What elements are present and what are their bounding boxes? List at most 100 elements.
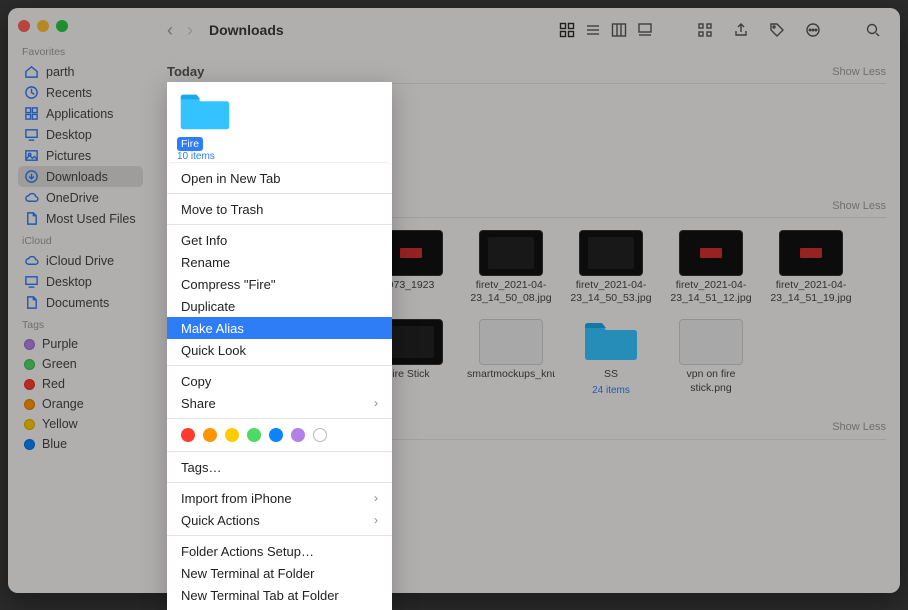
view-gallery-button[interactable] (632, 19, 658, 41)
context-menu-label: New Terminal at Folder (181, 566, 314, 581)
sidebar-item-downloads[interactable]: Downloads (18, 166, 143, 187)
sidebar-item-pictures[interactable]: Pictures (18, 145, 143, 166)
show-less-button[interactable]: Show Less (832, 66, 886, 78)
file-item[interactable]: firetv_2021-04-23_14_51_12.jpg (667, 230, 755, 305)
doc-icon (24, 295, 39, 310)
sidebar-item-yellow[interactable]: Yellow (18, 414, 143, 434)
action-button[interactable] (800, 19, 826, 41)
context-menu-item[interactable]: Tags… (167, 456, 392, 478)
window-traffic-lights (18, 20, 143, 32)
context-menu-item[interactable]: Quick Actions› (167, 509, 392, 531)
tag-color-swatch[interactable] (225, 428, 239, 442)
context-menu-region: Fire 10 items Open in New Tab Move to Tra… (167, 82, 392, 610)
sidebar-header: iCloud (22, 235, 143, 247)
selected-item-sublabel: 10 items (177, 151, 382, 162)
sidebar-item-red[interactable]: Red (18, 374, 143, 394)
cloud-icon (24, 190, 39, 205)
image-thumb (579, 230, 643, 276)
file-item[interactable]: vpn on fire stick.png (667, 319, 755, 395)
file-item[interactable]: firetv_2021-04-23_14_50_08.jpg (467, 230, 555, 305)
context-menu-label: Open in New Tab (181, 171, 281, 186)
sidebar-item-green[interactable]: Green (18, 354, 143, 374)
desktop-icon (24, 274, 39, 289)
sidebar-item-label: Green (42, 357, 77, 371)
sidebar-item-onedrive[interactable]: OneDrive (18, 187, 143, 208)
context-menu-item[interactable]: Rename (167, 251, 392, 273)
sidebar-item-desktop[interactable]: Desktop (18, 124, 143, 145)
sidebar-item-icloud-drive[interactable]: iCloud Drive (18, 250, 143, 271)
context-menu-item[interactable]: Get Info (167, 229, 392, 251)
sidebar-item-label: Desktop (46, 128, 92, 142)
sidebar-item-orange[interactable]: Orange (18, 394, 143, 414)
context-menu-item[interactable]: Import from iPhone› (167, 487, 392, 509)
sidebar-item-label: Documents (46, 296, 109, 310)
sidebar-item-label: OneDrive (46, 191, 99, 205)
sidebar-item-label: Orange (42, 397, 84, 411)
sidebar-item-recents[interactable]: Recents (18, 82, 143, 103)
context-menu-label: Import from iPhone (181, 491, 292, 506)
file-item[interactable]: smartmockups_knujfe0l.jpg (467, 319, 555, 395)
group-button[interactable] (692, 19, 718, 41)
sidebar-item-label: Yellow (42, 417, 78, 431)
maximize-button[interactable] (56, 20, 68, 32)
context-menu-label: Duplicate (181, 299, 235, 314)
share-button[interactable] (728, 19, 754, 41)
sidebar-item-applications[interactable]: Applications (18, 103, 143, 124)
sidebar-item-label: Recents (46, 86, 92, 100)
finder-window: FavoritesparthRecentsApplicationsDesktop… (8, 8, 900, 593)
context-menu-item[interactable]: New Terminal at Folder (167, 562, 392, 584)
tag-color-swatch[interactable] (269, 428, 283, 442)
context-menu-item[interactable]: Share› (167, 392, 392, 414)
tag-dot-icon (24, 419, 35, 430)
selected-item-label: Fire (177, 137, 203, 151)
file-item[interactable]: firetv_2021-04-23_14_50_53.jpg (567, 230, 655, 305)
forward-button[interactable]: › (187, 20, 193, 41)
sidebar-item-documents[interactable]: Documents (18, 292, 143, 313)
context-menu-item[interactable]: Duplicate (167, 295, 392, 317)
tag-color-swatch[interactable] (181, 428, 195, 442)
tag-dot-icon (24, 359, 35, 370)
file-label: ire Stick (392, 368, 429, 381)
selected-item-preview: Fire 10 items (167, 82, 392, 162)
file-label: firetv_2021-04-23_14_51_19.jpg (767, 279, 855, 305)
sidebar: FavoritesparthRecentsApplicationsDesktop… (8, 8, 153, 593)
context-menu-item[interactable]: Open in New Tab (167, 167, 392, 189)
back-button[interactable]: ‹ (167, 20, 173, 41)
sidebar-header: Tags (22, 319, 143, 331)
context-menu-label: Move to Trash (181, 202, 263, 217)
sidebar-item-blue[interactable]: Blue (18, 434, 143, 454)
context-menu-item[interactable]: Copy (167, 370, 392, 392)
tag-color-none[interactable] (313, 428, 327, 442)
context-menu-item[interactable]: Move to Trash (167, 198, 392, 220)
image-thumb (479, 230, 543, 276)
file-item[interactable]: SS24 items (567, 319, 655, 395)
show-less-button[interactable]: Show Less (832, 200, 886, 212)
show-less-button[interactable]: Show Less (832, 421, 886, 433)
folder-icon (177, 90, 233, 135)
sidebar-item-label: Most Used Files (46, 212, 136, 226)
context-tag-row (167, 423, 392, 447)
sidebar-item-label: Pictures (46, 149, 91, 163)
context-menu-item[interactable]: Folder Actions Setup… (167, 540, 392, 562)
sidebar-item-most-used-files[interactable]: Most Used Files (18, 208, 143, 229)
context-menu-item[interactable]: Compress "Fire" (167, 273, 392, 295)
tag-button[interactable] (764, 19, 790, 41)
sidebar-item-purple[interactable]: Purple (18, 334, 143, 354)
tag-color-swatch[interactable] (203, 428, 217, 442)
file-label: firetv_2021-04-23_14_50_53.jpg (567, 279, 655, 305)
context-menu-item[interactable]: Quick Look (167, 339, 392, 361)
file-item[interactable]: firetv_2021-04-23_14_51_19.jpg (767, 230, 855, 305)
search-button[interactable] (860, 19, 886, 41)
view-icon-button[interactable] (554, 19, 580, 41)
context-menu-label: Copy (181, 374, 211, 389)
view-list-button[interactable] (580, 19, 606, 41)
tag-color-swatch[interactable] (247, 428, 261, 442)
sidebar-item-desktop[interactable]: Desktop (18, 271, 143, 292)
context-menu-item[interactable]: New Terminal Tab at Folder (167, 584, 392, 606)
view-column-button[interactable] (606, 19, 632, 41)
context-menu-item[interactable]: Make Alias (167, 317, 392, 339)
sidebar-item-parth[interactable]: parth (18, 61, 143, 82)
tag-color-swatch[interactable] (291, 428, 305, 442)
close-button[interactable] (18, 20, 30, 32)
minimize-button[interactable] (37, 20, 49, 32)
